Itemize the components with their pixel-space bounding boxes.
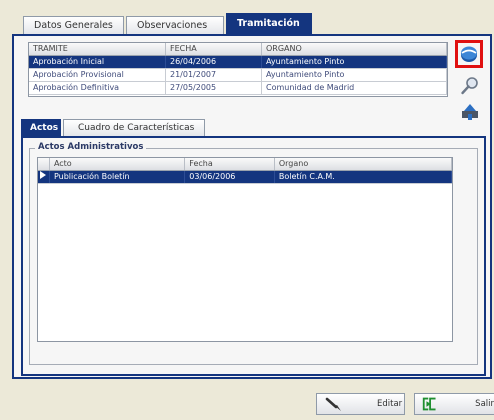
actos-table-header: Acto Fecha Organo — [38, 158, 452, 171]
top-tab-bar: Datos Generales Observaciones Tramitació… — [23, 13, 314, 34]
tab-tramitacion[interactable]: Tramitación — [226, 13, 312, 34]
pin-icon — [462, 104, 478, 120]
column-header-organo[interactable]: Organo — [275, 158, 452, 170]
cell-tramite: Aprobación Inicial — [29, 56, 166, 68]
actos-group-box: Actos Administrativos Acto Fecha Organo … — [29, 142, 478, 365]
cell-fecha: 26/04/2006 — [166, 56, 262, 68]
editar-button[interactable]: Editar — [316, 393, 405, 415]
tramite-table: TRAMITE FECHA ORGANO Aprobación Inicial … — [28, 42, 448, 97]
pin-button[interactable] — [458, 100, 482, 124]
sub-tab-bar: Actos Cuadro de Características — [21, 118, 207, 136]
tab-actos[interactable]: Actos — [21, 119, 61, 136]
cell-organo: Comunidad de Madrid — [262, 82, 447, 94]
column-header-acto[interactable]: Acto — [50, 158, 186, 170]
tab-observaciones[interactable]: Observaciones — [126, 16, 224, 34]
tramite-table-header: TRAMITE FECHA ORGANO — [29, 43, 447, 56]
magnifier-icon — [461, 77, 478, 95]
table-row[interactable]: Publicación Boletín 03/06/2006 Boletín C… — [38, 171, 452, 184]
cell-fecha: 21/01/2007 — [166, 69, 262, 81]
cell-tramite: Aprobación Definitiva — [29, 82, 166, 94]
table-row[interactable]: Aprobación Provisional 21/01/2007 Ayunta… — [29, 69, 447, 82]
row-indicator-header — [38, 158, 50, 170]
cell-organo: Ayuntamiento Pinto — [262, 69, 447, 81]
cell-fecha: 03/06/2006 — [185, 171, 275, 183]
column-header-fecha[interactable]: Fecha — [185, 158, 275, 170]
tramitacion-panel: TRAMITE FECHA ORGANO Aprobación Inicial … — [12, 34, 492, 379]
editar-label: Editar — [377, 399, 403, 409]
cell-tramite: Aprobación Provisional — [29, 69, 166, 81]
edit-brush-icon — [325, 397, 341, 411]
cell-organo: Boletín C.A.M. — [275, 171, 452, 183]
row-pointer-icon — [38, 171, 50, 183]
table-row[interactable]: Aprobación Definitiva 27/05/2005 Comunid… — [29, 82, 447, 95]
column-header-tramite[interactable]: TRAMITE — [29, 43, 166, 55]
table-row[interactable]: Aprobación Inicial 26/04/2006 Ayuntamien… — [29, 56, 447, 69]
column-header-organo[interactable]: ORGANO — [262, 43, 447, 55]
salir-button[interactable]: Salir — [414, 393, 494, 415]
bottom-action-bar: Editar Salir — [0, 380, 494, 420]
cell-organo: Ayuntamiento Pinto — [262, 56, 447, 68]
search-button[interactable] — [458, 74, 482, 98]
actos-table: Acto Fecha Organo Publicación Boletín 03… — [37, 157, 453, 342]
group-title: Actos Administrativos — [35, 142, 147, 152]
salir-label: Salir — [475, 399, 494, 409]
save-button[interactable] — [455, 40, 483, 68]
tab-datos-generales[interactable]: Datos Generales — [23, 16, 124, 34]
column-header-fecha[interactable]: FECHA — [166, 43, 262, 55]
save-disk-icon — [461, 46, 477, 62]
cell-acto: Publicación Boletín — [50, 171, 186, 183]
cell-fecha: 27/05/2005 — [166, 82, 262, 94]
exit-door-icon — [422, 397, 436, 411]
tab-cuadro-caracteristicas[interactable]: Cuadro de Características — [63, 119, 205, 136]
actos-panel: Actos Administrativos Acto Fecha Organo … — [21, 136, 486, 376]
